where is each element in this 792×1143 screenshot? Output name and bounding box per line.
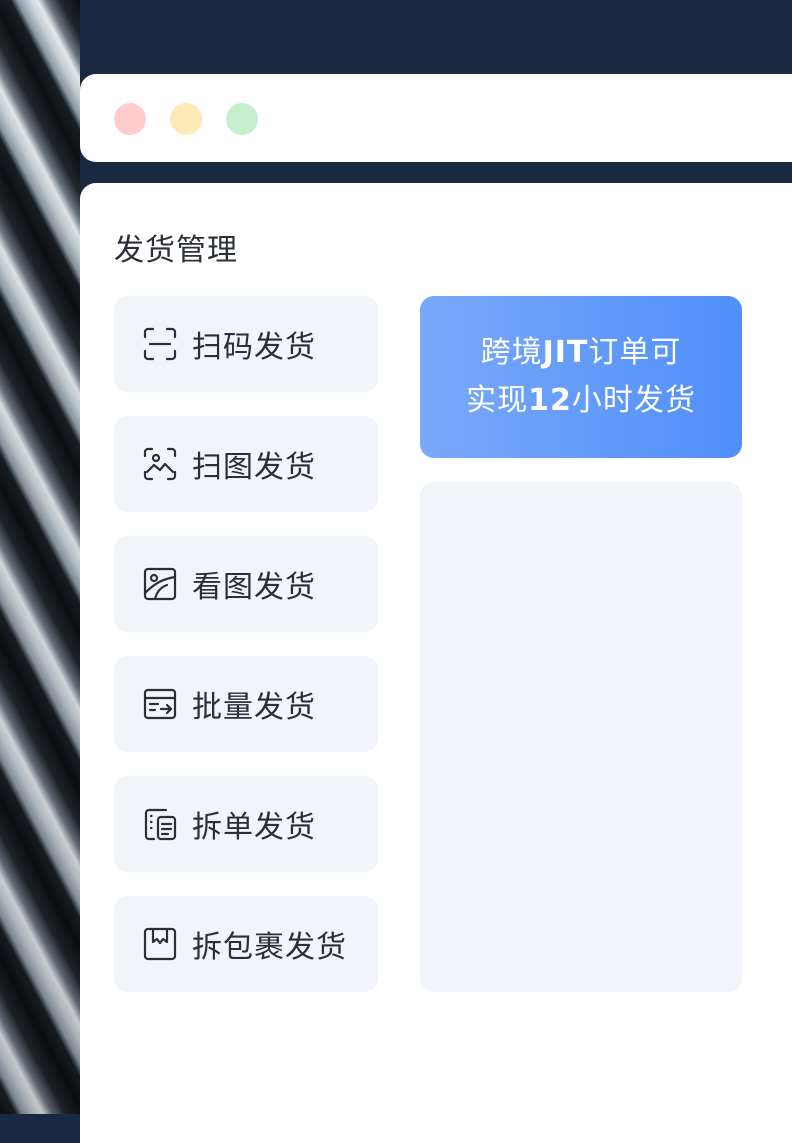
menu-item-split-order[interactable]: 拆单发货 (114, 776, 378, 872)
content-placeholder (420, 482, 742, 992)
close-window-dot[interactable] (114, 103, 146, 135)
maximize-window-dot[interactable] (226, 103, 258, 135)
menu-item-label: 看图发货 (192, 570, 316, 605)
batch-ship-icon (140, 684, 180, 724)
menu-item-batch-ship[interactable]: 批量发货 (114, 656, 378, 752)
menu-item-label: 拆单发货 (192, 810, 316, 845)
menu-item-view-image[interactable]: 看图发货 (114, 536, 378, 632)
menu-item-label: 批量发货 (192, 690, 316, 725)
menu-item-scan-image[interactable]: 扫图发货 (114, 416, 378, 512)
promo-line-2: 实现12小时发货 (466, 383, 696, 418)
view-image-icon (140, 564, 180, 604)
promo-banner[interactable]: 跨境JIT订单可 实现12小时发货 (420, 296, 742, 458)
section-title: 发货管理 (114, 233, 238, 268)
scan-image-icon (140, 444, 180, 484)
menu-item-label: 扫码发货 (192, 330, 316, 365)
window-titlebar (80, 74, 792, 162)
menu-item-label: 扫图发货 (192, 450, 316, 485)
menu-item-label: 拆包裹发货 (192, 930, 347, 965)
menu-item-scan-code[interactable]: 扫码发货 (114, 296, 378, 392)
main-panel: 发货管理 扫码发货 扫图发货 看图发货 批量发货 拆单发货 拆包裹发货 跨境JI… (80, 183, 792, 1143)
minimize-window-dot[interactable] (170, 103, 202, 135)
promo-line-1: 跨境JIT订单可 (480, 335, 682, 370)
scan-code-icon (140, 324, 180, 364)
split-order-icon (140, 804, 180, 844)
background-photo (0, 0, 80, 1114)
split-package-icon (140, 924, 180, 964)
menu-item-split-package[interactable]: 拆包裹发货 (114, 896, 378, 992)
